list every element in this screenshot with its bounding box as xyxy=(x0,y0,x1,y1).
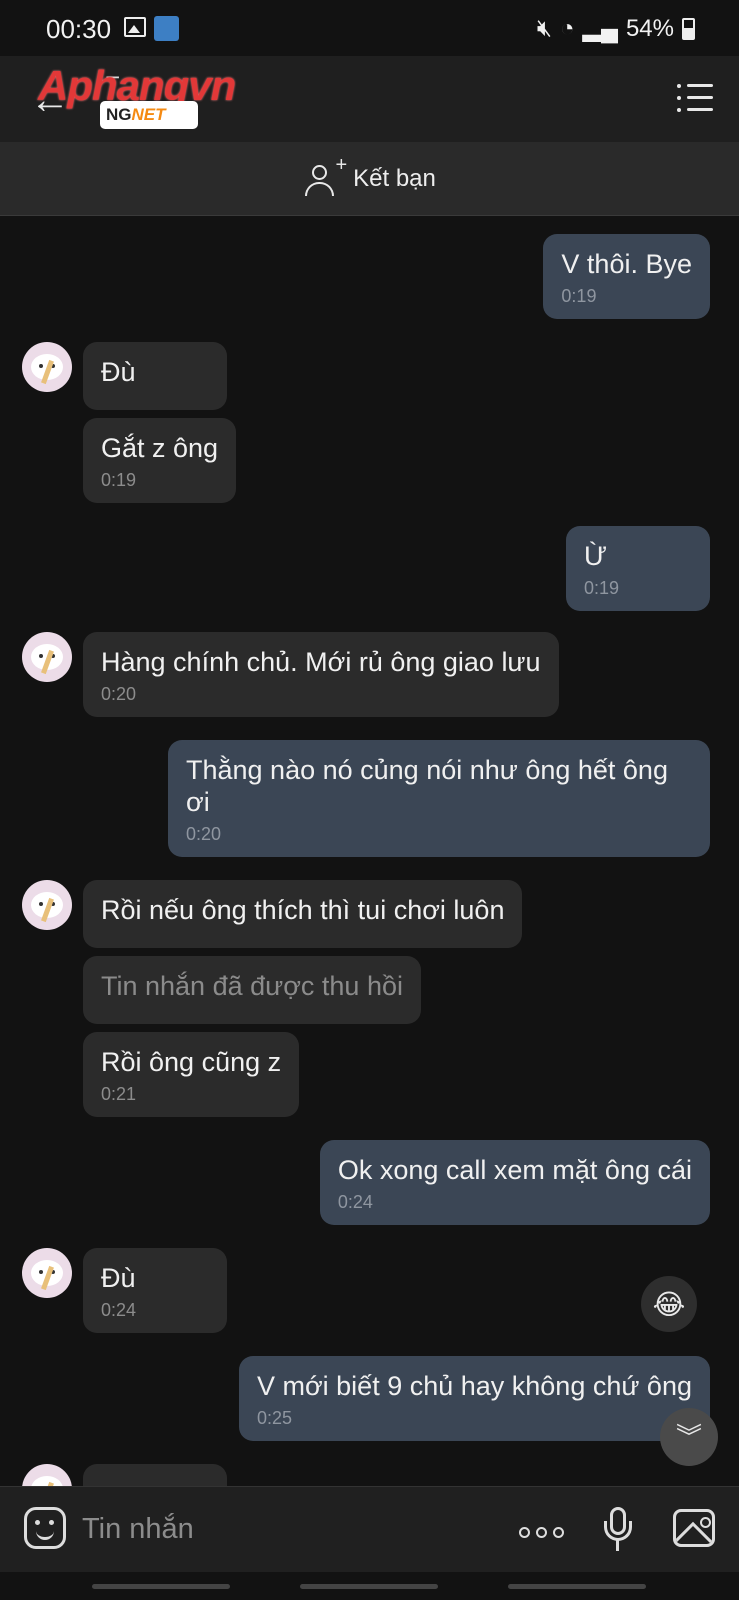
more-options-icon[interactable] xyxy=(519,1527,564,1538)
message-time: 0:19 xyxy=(101,470,137,490)
nav-recents[interactable] xyxy=(92,1584,230,1589)
status-time: 00:30 xyxy=(46,14,112,44)
message-time: 0:25 xyxy=(256,1408,292,1428)
message-bubble-incoming[interactable]: Đù 0:24 xyxy=(83,1248,227,1333)
message-text: V thôi. Bye xyxy=(561,249,692,279)
badge-text-b: NET xyxy=(131,105,166,124)
message-text: Gắt z ông xyxy=(101,433,219,463)
laughing-emoji-reaction-icon[interactable]: 😂 xyxy=(641,1276,697,1332)
menu-list-icon[interactable] xyxy=(677,84,713,112)
chat-header: ← T Aphangvn NGNET xyxy=(0,56,739,142)
message-text: Đù xyxy=(101,357,136,387)
contact-avatar[interactable] xyxy=(22,632,72,682)
message-bubble-incoming[interactable]: Gắt z ông 0:19 xyxy=(83,418,237,503)
message-text: V mới biết 9 chủ hay không chứ ông xyxy=(256,1371,692,1401)
contact-avatar[interactable] xyxy=(22,1464,72,1486)
message-text: Hàng chính chủ. Mới rủ ông giao lưu xyxy=(101,647,541,677)
message-bubble-incoming-partial[interactable] xyxy=(83,1464,227,1486)
message-time: 0:20 xyxy=(186,824,222,844)
message-bubble-outgoing[interactable]: Ừ 0:19 xyxy=(566,526,710,611)
gallery-notification-icon xyxy=(124,17,146,37)
message-composer xyxy=(0,1486,739,1572)
message-bubble-incoming[interactable]: Rồi nếu ông thích thì tui chơi luôn xyxy=(83,880,523,948)
message-input[interactable] xyxy=(82,1509,482,1549)
system-nav-bar xyxy=(0,1572,739,1600)
message-time: 0:24 xyxy=(101,1300,137,1320)
message-text: Đù xyxy=(101,1263,136,1293)
image-gallery-icon[interactable] xyxy=(673,1509,715,1547)
contact-avatar[interactable] xyxy=(22,1248,72,1298)
message-time: 0:19 xyxy=(561,286,597,306)
message-time: 0:20 xyxy=(101,684,137,704)
message-bubble-recalled[interactable]: Tin nhắn đã được thu hồi xyxy=(83,956,421,1024)
message-bubble-outgoing[interactable]: V thôi. Bye 0:19 xyxy=(543,234,710,319)
contact-avatar[interactable] xyxy=(22,880,72,930)
add-friend-label: Kết bạn xyxy=(353,164,436,192)
message-bubble-incoming[interactable]: Hàng chính chủ. Mới rủ ông giao lưu 0:20 xyxy=(83,632,559,717)
status-bar: 00:30 🔇︎ ◔ ▂▄ 54% xyxy=(0,0,739,56)
scroll-down-icon[interactable]: ︾ xyxy=(660,1408,718,1466)
contact-avatar[interactable] xyxy=(22,342,72,392)
message-text: Rồi nếu ông thích thì tui chơi luôn xyxy=(101,895,505,925)
message-time: 0:19 xyxy=(584,578,620,598)
add-friend-button[interactable]: + Kết bạn xyxy=(0,142,739,216)
wifi-icon: ◔ xyxy=(559,14,575,42)
add-person-icon: + xyxy=(303,154,347,198)
message-time: 0:24 xyxy=(337,1192,373,1212)
watermark-badge: NGNET xyxy=(100,101,198,129)
message-text: Ừ xyxy=(584,541,608,571)
message-text: Rồi ông cũng z xyxy=(101,1047,282,1077)
chat-thread[interactable]: V thôi. Bye 0:19 Đù Gắt z ông 0:19 Ừ 0:1… xyxy=(0,216,739,1486)
message-text: Tin nhắn đã được thu hồi xyxy=(101,971,403,1001)
message-text: Ok xong call xem mặt ông cái xyxy=(337,1155,692,1185)
message-bubble-outgoing[interactable]: Ok xong call xem mặt ông cái 0:24 xyxy=(319,1140,710,1225)
mute-icon: 🔇︎ xyxy=(536,14,552,42)
status-right-group: 🔇︎ ◔ ▂▄ 54% xyxy=(537,14,695,43)
app-notification-icon xyxy=(154,16,179,41)
message-bubble-incoming[interactable]: Rồi ông cũng z 0:21 xyxy=(83,1032,300,1117)
battery-icon xyxy=(682,17,695,40)
nav-home[interactable] xyxy=(300,1584,438,1589)
signal-icon: ▂▄ xyxy=(582,15,618,42)
message-bubble-incoming[interactable]: Đù xyxy=(83,342,227,410)
badge-text-a: NG xyxy=(106,105,132,124)
sticker-emoji-icon[interactable] xyxy=(24,1507,66,1549)
message-time: 0:21 xyxy=(101,1084,137,1104)
message-text: Thằng nào nó củng nói như ông hết ông ơi xyxy=(186,755,668,817)
nav-back[interactable] xyxy=(508,1584,646,1589)
battery-percent: 54% xyxy=(625,14,674,42)
microphone-icon[interactable] xyxy=(604,1507,632,1553)
message-bubble-outgoing[interactable]: V mới biết 9 chủ hay không chứ ông 0:25 xyxy=(238,1356,710,1441)
message-bubble-outgoing[interactable]: Thằng nào nó củng nói như ông hết ông ơi… xyxy=(168,740,710,857)
